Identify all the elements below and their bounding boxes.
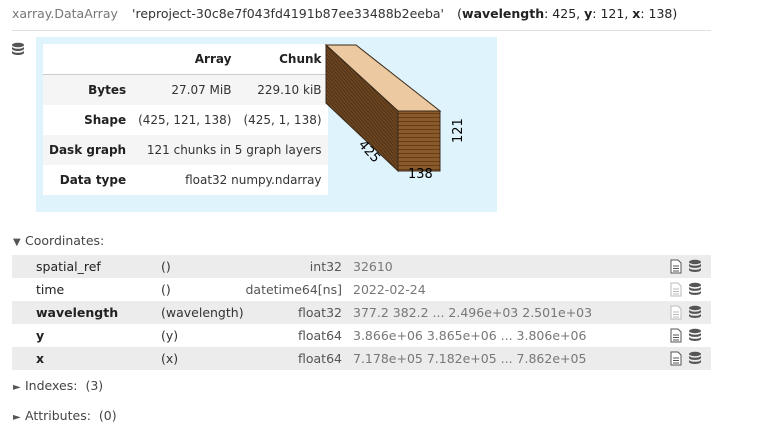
array-header: xarray.DataArray 'reproject-30c8e7f043fd… xyxy=(12,4,677,24)
coord-name: wavelength xyxy=(36,305,119,320)
section-count: (0) xyxy=(98,408,117,423)
cube-front-face xyxy=(397,110,441,172)
table-row: Data type float32 numpy.ndarray xyxy=(43,165,328,195)
database-icon[interactable] xyxy=(689,259,701,272)
coord-dtype: float32 xyxy=(298,305,342,320)
table-header-row: Array Chunk xyxy=(43,44,328,75)
caret-right-icon: ► xyxy=(13,382,21,393)
chunk-value: 229.10 kiB xyxy=(257,83,322,97)
dim-size: 138 xyxy=(648,6,673,21)
coord-name: time xyxy=(36,282,65,297)
row-label: Dask graph xyxy=(49,143,127,157)
database-icon[interactable] xyxy=(11,42,25,56)
database-icon[interactable] xyxy=(689,328,701,341)
caret-right-icon: ► xyxy=(13,412,21,423)
database-icon[interactable] xyxy=(689,282,701,295)
coord-dims: (y) xyxy=(161,328,179,343)
coord-dtype: datetime64[ns] xyxy=(245,282,342,297)
coord-dtype: int32 xyxy=(309,259,342,274)
coordinates-list: spatial_ref () int32 32610 time () datet… xyxy=(12,255,711,370)
row-label: Shape xyxy=(84,113,127,127)
column-header-chunk: Chunk xyxy=(237,44,328,75)
row-label: Data type xyxy=(59,173,127,187)
chunk-cube-diagram: 425 121 138 xyxy=(324,43,466,182)
coord-preview: 7.178e+05 7.182e+05 ... 7.862e+05 xyxy=(353,351,587,366)
dim-name: y xyxy=(584,6,593,21)
dim-size: 425 xyxy=(552,6,577,21)
file-text-icon xyxy=(670,282,682,297)
array-value: (425, 121, 138) xyxy=(138,113,232,127)
coord-dims: (x) xyxy=(161,351,179,366)
coord-preview: 32610 xyxy=(353,259,393,274)
dim-name: x xyxy=(632,6,641,21)
coord-dims: () xyxy=(161,282,171,297)
coord-name: spatial_ref xyxy=(36,259,101,274)
coord-icons xyxy=(670,282,701,297)
coordinates-section-toggle[interactable]: ▼ Coordinates: xyxy=(13,233,104,248)
indexes-section-toggle[interactable]: ► Indexes: (3) xyxy=(13,378,103,393)
dask-summary-table: Array Chunk Bytes 27.07 MiB 229.10 kiB S… xyxy=(43,44,328,195)
file-text-icon[interactable] xyxy=(670,351,682,366)
object-type: xarray.DataArray xyxy=(12,6,118,21)
coord-name: y xyxy=(36,328,45,343)
table-row: Dask graph 121 chunks in 5 graph layers xyxy=(43,135,328,165)
table-row: Shape (425, 121, 138) (425, 1, 138) xyxy=(43,105,328,135)
coord-dims: () xyxy=(161,259,171,274)
coord-icons xyxy=(670,305,701,320)
coordinate-row: spatial_ref () int32 32610 xyxy=(12,255,711,278)
table-corner xyxy=(43,44,133,75)
coordinate-row: wavelength (wavelength) float32 377.2 38… xyxy=(12,301,711,324)
file-text-icon[interactable] xyxy=(670,259,682,274)
array-value: 27.07 MiB xyxy=(171,83,232,97)
file-text-icon xyxy=(670,305,682,320)
table-row: Bytes 27.07 MiB 229.10 kiB xyxy=(43,74,328,105)
coord-icons xyxy=(670,328,701,343)
coord-preview: 2022-02-24 xyxy=(353,282,426,297)
coordinate-row: y (y) float64 3.866e+06 3.865e+06 ... 3.… xyxy=(12,324,711,347)
dim-name: wavelength xyxy=(462,6,545,21)
coord-preview: 377.2 382.2 ... 2.496e+03 2.501e+03 xyxy=(353,305,593,320)
chunk-value: (425, 1, 138) xyxy=(243,113,322,127)
coord-preview: 3.866e+06 3.865e+06 ... 3.806e+06 xyxy=(353,328,587,343)
cube-height-label: 121 xyxy=(451,118,466,143)
dims-summary: (wavelength: 425, y: 121, x: 138) xyxy=(457,6,678,21)
coord-icons xyxy=(670,351,701,366)
coordinate-row: x (x) float64 7.178e+05 7.182e+05 ... 7.… xyxy=(12,347,711,370)
attributes-section-toggle[interactable]: ► Attributes: (0) xyxy=(13,408,117,423)
coord-name: x xyxy=(36,351,45,366)
coord-dtype: float64 xyxy=(298,328,342,343)
row-label: Bytes xyxy=(88,83,127,97)
row-value: float32 numpy.ndarray xyxy=(185,173,322,187)
coord-dims: (wavelength) xyxy=(161,305,244,320)
array-name: 'reproject-30c8e7f043fd4191b87ee33488b2e… xyxy=(132,6,444,21)
cube-width-label: 138 xyxy=(408,167,433,182)
section-label: Coordinates: xyxy=(25,233,105,248)
file-text-icon[interactable] xyxy=(670,328,682,343)
dask-array-panel: Array Chunk Bytes 27.07 MiB 229.10 kiB S… xyxy=(36,37,497,212)
section-label: Attributes: xyxy=(25,408,91,423)
section-label: Indexes: xyxy=(25,378,78,393)
coord-dtype: float64 xyxy=(298,351,342,366)
database-icon[interactable] xyxy=(689,305,701,318)
dim-size: 121 xyxy=(600,6,625,21)
caret-down-icon: ▼ xyxy=(13,237,21,248)
header-divider xyxy=(12,30,711,31)
row-value: 121 chunks in 5 graph layers xyxy=(146,143,322,157)
coordinate-row: time () datetime64[ns] 2022-02-24 xyxy=(12,278,711,301)
section-count: (3) xyxy=(85,378,104,393)
coord-icons xyxy=(670,259,701,274)
column-header-array: Array xyxy=(132,44,238,75)
database-icon[interactable] xyxy=(689,351,701,364)
